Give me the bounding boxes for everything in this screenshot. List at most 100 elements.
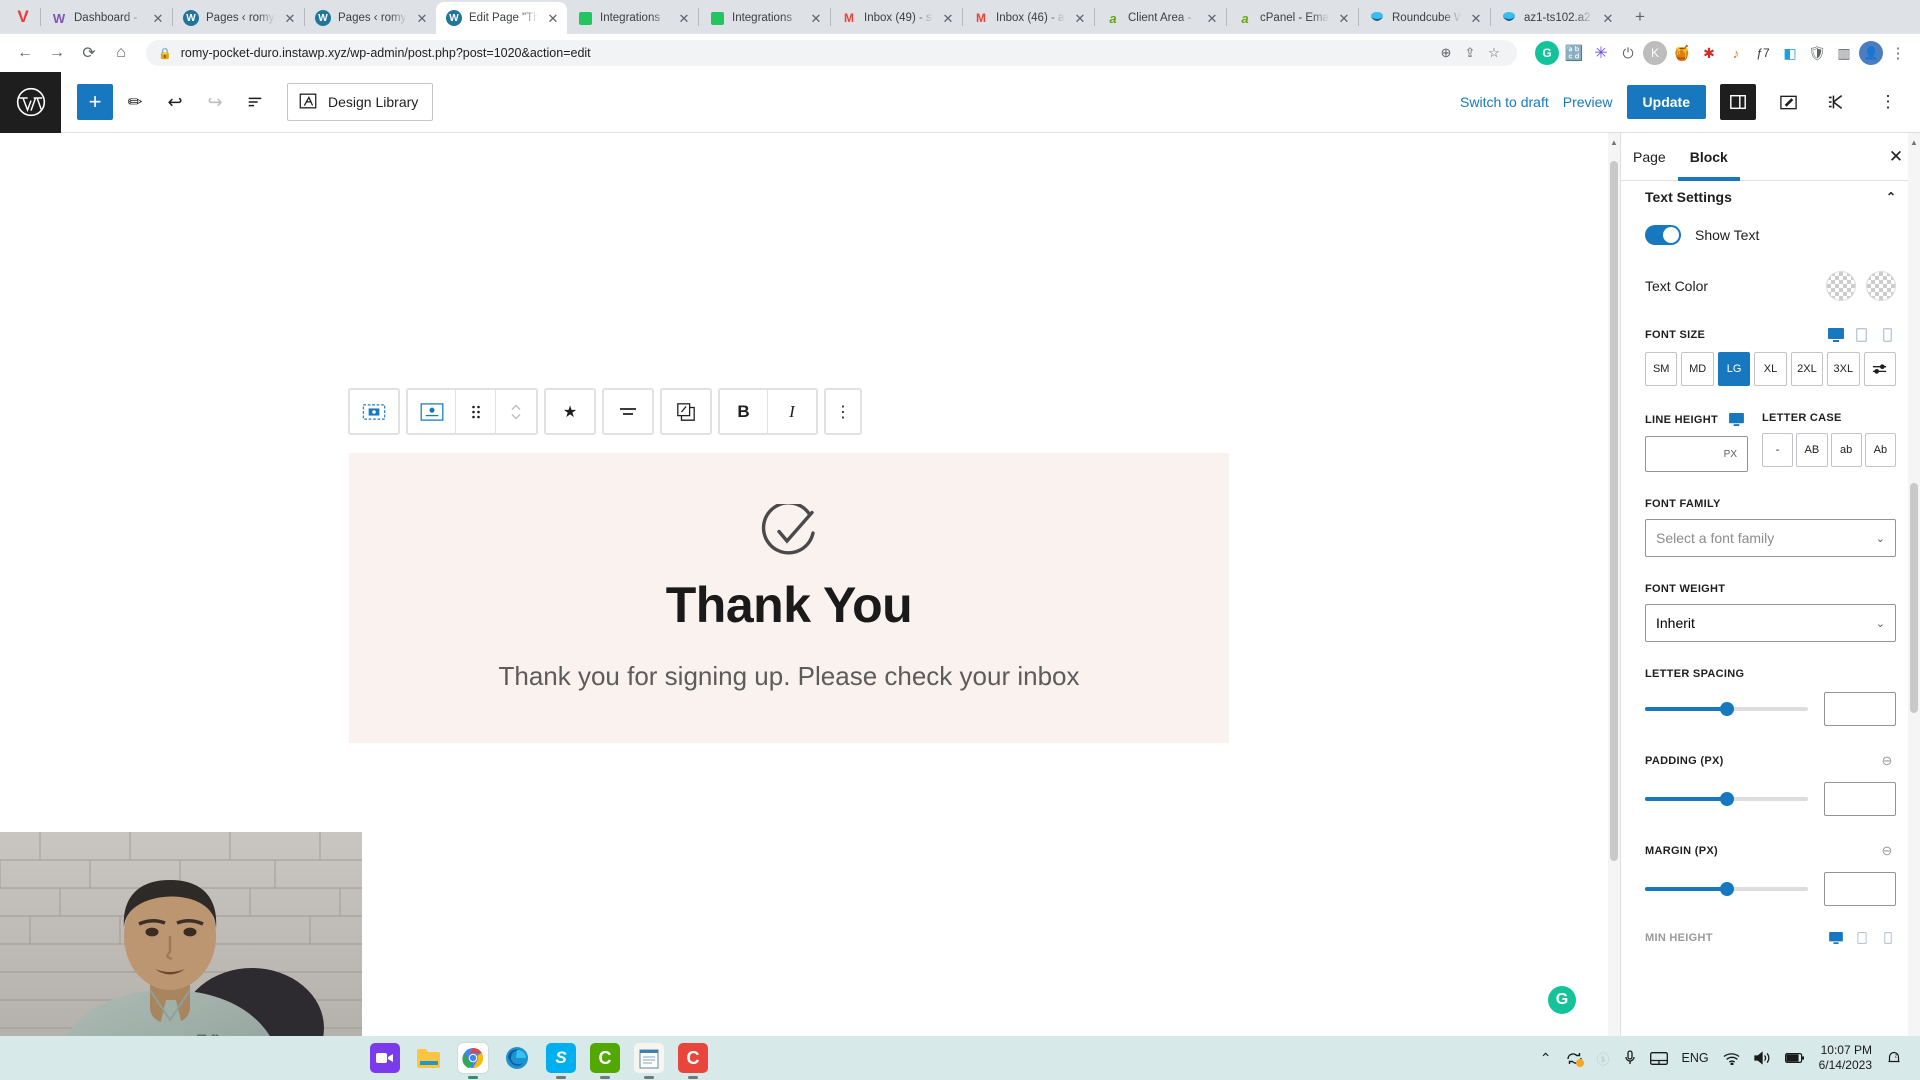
home-icon[interactable]: ⌂ bbox=[106, 38, 136, 68]
browser-tab-7[interactable]: M Inbox (46) - a ✕ bbox=[963, 2, 1094, 34]
new-tab-button[interactable]: + bbox=[1626, 3, 1654, 31]
letter-spacing-slider[interactable] bbox=[1645, 702, 1808, 716]
j7-icon[interactable]: ƒ7 bbox=[1751, 41, 1775, 65]
text-color-swatch-hover[interactable] bbox=[1866, 271, 1896, 301]
font-weight-select[interactable]: Inherit ⌄ bbox=[1645, 604, 1896, 642]
grammarly-icon[interactable]: G bbox=[1535, 41, 1559, 65]
bookmark-star-icon[interactable]: ☆ bbox=[1483, 42, 1505, 64]
tab-close-icon[interactable]: ✕ bbox=[282, 10, 298, 26]
power-icon[interactable]: ⏻ bbox=[1616, 41, 1640, 65]
tab-close-icon[interactable]: ✕ bbox=[1204, 10, 1220, 26]
icon-box-block-icon[interactable] bbox=[408, 390, 456, 433]
update-button[interactable]: Update bbox=[1626, 85, 1706, 119]
mobile-icon[interactable] bbox=[1879, 930, 1896, 945]
link-sides-icon[interactable]: ⊖ bbox=[1878, 842, 1896, 860]
tab-page[interactable]: Page bbox=[1621, 133, 1678, 181]
notepad-icon[interactable] bbox=[634, 1043, 664, 1079]
honey-icon[interactable]: 🍯 bbox=[1670, 41, 1694, 65]
tab-close-icon[interactable]: ✕ bbox=[1468, 10, 1484, 26]
font-size-sm[interactable]: SM bbox=[1645, 352, 1678, 386]
menu-icon[interactable]: ⋮ bbox=[1886, 41, 1910, 65]
camtasia-recorder-icon[interactable]: C bbox=[678, 1043, 708, 1079]
desktop-icon[interactable] bbox=[1728, 412, 1745, 427]
chevron-up-icon[interactable]: ⌃ bbox=[1886, 190, 1896, 204]
forward-arrow-icon[interactable]: → bbox=[42, 38, 72, 68]
tab-close-icon[interactable]: ✕ bbox=[940, 10, 956, 26]
slider-knob[interactable] bbox=[1719, 882, 1734, 896]
thank-you-subtext[interactable]: Thank you for signing up. Please check y… bbox=[498, 661, 1079, 692]
translate-icon[interactable]: 🔡 bbox=[1562, 41, 1586, 65]
edit-mode-icon[interactable] bbox=[1770, 84, 1806, 120]
edge-icon[interactable] bbox=[502, 1043, 532, 1073]
letter-case-lowercase[interactable]: ab bbox=[1830, 433, 1862, 467]
skype-icon[interactable]: S bbox=[546, 1043, 576, 1079]
slider-knob[interactable] bbox=[1719, 702, 1734, 716]
scroll-up-arrow-icon[interactable]: ▲ bbox=[1608, 135, 1620, 149]
text-color-swatch-normal[interactable] bbox=[1826, 271, 1856, 301]
desktop-icon[interactable] bbox=[1827, 327, 1844, 342]
share-icon[interactable]: ⇪ bbox=[1459, 42, 1481, 64]
browser-tab-2[interactable]: W Pages ‹ romy ✕ bbox=[305, 2, 436, 34]
browser-tab-11[interactable]: az1-ts102.a2 ✕ bbox=[1491, 2, 1622, 34]
meet-icon[interactable] bbox=[370, 1043, 400, 1073]
preview-button[interactable]: Preview bbox=[1563, 94, 1613, 110]
line-height-input[interactable]: PX bbox=[1645, 436, 1748, 472]
browser-tab-4[interactable]: Integrations ✕ bbox=[567, 2, 698, 34]
tab-close-icon[interactable]: ✕ bbox=[1600, 10, 1616, 26]
grammarly-floating-button[interactable]: G bbox=[1548, 986, 1576, 1014]
link-sides-icon[interactable]: ⊖ bbox=[1878, 752, 1896, 770]
tablet-icon[interactable] bbox=[1853, 327, 1870, 342]
document-overview-icon[interactable] bbox=[237, 84, 273, 120]
font-size-xl[interactable]: XL bbox=[1754, 352, 1787, 386]
switch-to-draft-button[interactable]: Switch to draft bbox=[1460, 94, 1549, 110]
text-settings-panel-header[interactable]: Text Settings ⌃ bbox=[1645, 181, 1896, 205]
skype-tray-icon[interactable]: ⓢ bbox=[1597, 1049, 1610, 1068]
onedrive-sync-icon[interactable] bbox=[1566, 1051, 1584, 1067]
music-icon[interactable]: ♪ bbox=[1724, 41, 1748, 65]
desktop-icon[interactable] bbox=[1827, 930, 1844, 945]
settings-sidebar-icon[interactable] bbox=[1720, 84, 1756, 120]
chrome-icon[interactable] bbox=[458, 1043, 488, 1079]
drag-handle-icon[interactable] bbox=[456, 390, 496, 433]
sliders-icon[interactable] bbox=[1863, 352, 1896, 386]
move-up-down-icon[interactable] bbox=[496, 390, 536, 433]
tab-close-icon[interactable]: ✕ bbox=[545, 10, 561, 26]
letter-case-capitalize[interactable]: Ab bbox=[1864, 433, 1896, 467]
show-text-toggle[interactable] bbox=[1645, 225, 1681, 245]
chevron-up-icon[interactable]: ⌃ bbox=[1540, 1050, 1552, 1067]
zoom-in-icon[interactable]: ⊕ bbox=[1435, 42, 1457, 64]
address-bar[interactable]: 🔒 romy-pocket-duro.instawp.xyz/wp-admin/… bbox=[146, 40, 1517, 66]
language-indicator[interactable]: ENG bbox=[1682, 1051, 1709, 1065]
mobile-icon[interactable] bbox=[1879, 327, 1896, 342]
toolbox-icon[interactable]: ◧ bbox=[1778, 41, 1802, 65]
profile-avatar-icon[interactable]: 👤 bbox=[1859, 41, 1883, 65]
design-library-button[interactable]: Design Library bbox=[287, 83, 434, 121]
italic-button[interactable]: I bbox=[768, 390, 816, 433]
add-block-button[interactable]: + bbox=[77, 84, 113, 120]
kadence-icon[interactable] bbox=[1820, 84, 1856, 120]
padding-slider[interactable] bbox=[1645, 792, 1808, 806]
lastpass-icon[interactable]: ✱ bbox=[1697, 41, 1721, 65]
notification-icon[interactable]: z bbox=[1886, 1050, 1902, 1066]
kaspersky-icon[interactable]: K bbox=[1643, 41, 1667, 65]
font-size-3xl[interactable]: 3XL bbox=[1827, 352, 1860, 386]
canvas-scrollbar[interactable]: ▲ ▼ bbox=[1608, 133, 1620, 1080]
browser-tab-6[interactable]: M Inbox (49) - s ✕ bbox=[831, 2, 962, 34]
canvas-scrollbar-thumb[interactable] bbox=[1610, 161, 1618, 861]
tab-close-icon[interactable]: ✕ bbox=[1072, 10, 1088, 26]
font-family-select[interactable]: Select a font family ⌄ bbox=[1645, 519, 1896, 557]
redo-icon[interactable]: ↪ bbox=[197, 84, 233, 120]
clock[interactable]: 10:07 PM 6/14/2023 bbox=[1819, 1043, 1872, 1073]
font-size-md[interactable]: MD bbox=[1681, 352, 1714, 386]
undo-icon[interactable]: ↩ bbox=[157, 84, 193, 120]
wordpress-logo[interactable] bbox=[0, 71, 61, 133]
tablet-icon[interactable] bbox=[1853, 930, 1870, 945]
battery-icon[interactable] bbox=[1784, 1052, 1805, 1064]
back-arrow-icon[interactable]: ← bbox=[10, 38, 40, 68]
browser-tab-8[interactable]: a Client Area - ✕ bbox=[1095, 2, 1226, 34]
tab-close-icon[interactable]: ✕ bbox=[1336, 10, 1352, 26]
pencil-icon[interactable]: ✏ bbox=[117, 84, 153, 120]
browser-tab-5[interactable]: Integrations ✕ bbox=[699, 2, 830, 34]
three-dots-vertical-icon[interactable]: ⋮ bbox=[826, 390, 860, 433]
tab-close-icon[interactable]: ✕ bbox=[676, 10, 692, 26]
